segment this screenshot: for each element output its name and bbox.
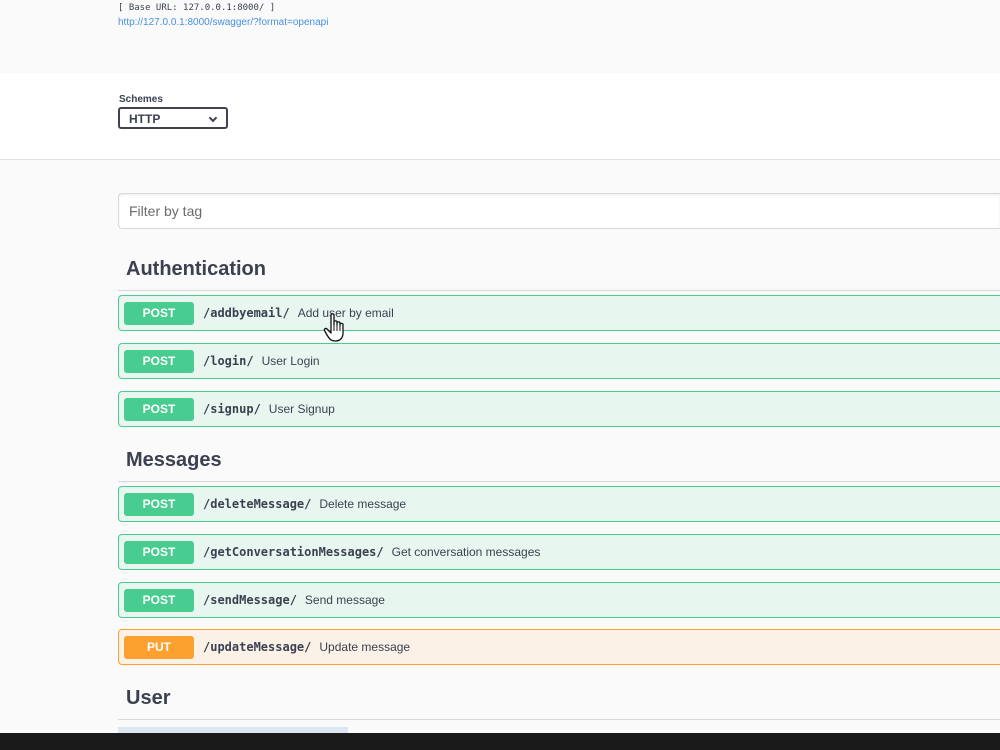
chevron-down-icon	[208, 113, 218, 123]
filter-input[interactable]	[119, 194, 1000, 228]
operation-deletemessage[interactable]: POST /deleteMessage/Delete message	[118, 486, 1000, 522]
method-badge: PUT	[124, 636, 194, 659]
taskbar-edge	[0, 733, 1000, 750]
method-badge: POST	[124, 398, 194, 421]
operation-signup[interactable]: POST /signup/User Signup	[118, 391, 1000, 427]
operation-updatemessage[interactable]: PUT /updateMessage/Update message	[118, 629, 1000, 665]
operation-getconversationmessages[interactable]: POST /getConversationMessages/Get conver…	[118, 534, 1000, 570]
operation-path: /deleteMessage/Delete message	[203, 497, 407, 511]
operation-summary: User Login	[261, 354, 320, 368]
method-badge: POST	[124, 302, 194, 325]
method-badge: POST	[124, 350, 194, 373]
tag-user[interactable]: User	[126, 687, 170, 710]
operation-path: /updateMessage/Update message	[203, 640, 411, 654]
schemes-label: Schemes	[119, 94, 163, 105]
operation-path: /addbyemail/Add user by email	[203, 306, 394, 320]
operation-path: /sendMessage/Send message	[203, 593, 385, 607]
operation-summary: Update message	[319, 640, 411, 654]
tag-divider	[118, 481, 1000, 482]
operation-path: /signup/User Signup	[203, 402, 335, 416]
method-badge: POST	[124, 589, 194, 612]
tag-messages[interactable]: Messages	[126, 449, 222, 472]
operation-addbyemail[interactable]: POST /addbyemail/Add user by email	[118, 295, 1000, 331]
tag-authentication[interactable]: Authentication	[126, 258, 266, 281]
operation-summary: Get conversation messages	[391, 545, 541, 559]
operation-path: /login/User Login	[203, 354, 320, 368]
operation-login[interactable]: POST /login/User Login	[118, 343, 1000, 379]
info-section: [ Base URL: 127.0.0.1:8000/ ] http://127…	[0, 0, 1000, 73]
tag-divider	[118, 719, 1000, 720]
schemes-select[interactable]: HTTP	[118, 107, 228, 129]
spec-link[interactable]: http://127.0.0.1:8000/swagger/?format=op…	[118, 17, 328, 28]
schemes-selected-value: HTTP	[129, 112, 161, 126]
base-url: [ Base URL: 127.0.0.1:8000/ ]	[118, 3, 276, 13]
hand-cursor-icon	[323, 313, 344, 342]
filter-box	[118, 193, 1000, 229]
tag-divider	[118, 290, 1000, 291]
method-badge: POST	[124, 541, 194, 564]
operation-sendmessage[interactable]: POST /sendMessage/Send message	[118, 582, 1000, 618]
operation-summary: Delete message	[319, 497, 407, 511]
operation-summary: Send message	[304, 593, 385, 607]
operation-path: /getConversationMessages/Get conversatio…	[203, 545, 541, 559]
operation-summary: User Signup	[268, 402, 335, 416]
scheme-container: Schemes HTTP	[0, 73, 1000, 160]
method-badge: POST	[124, 493, 194, 516]
